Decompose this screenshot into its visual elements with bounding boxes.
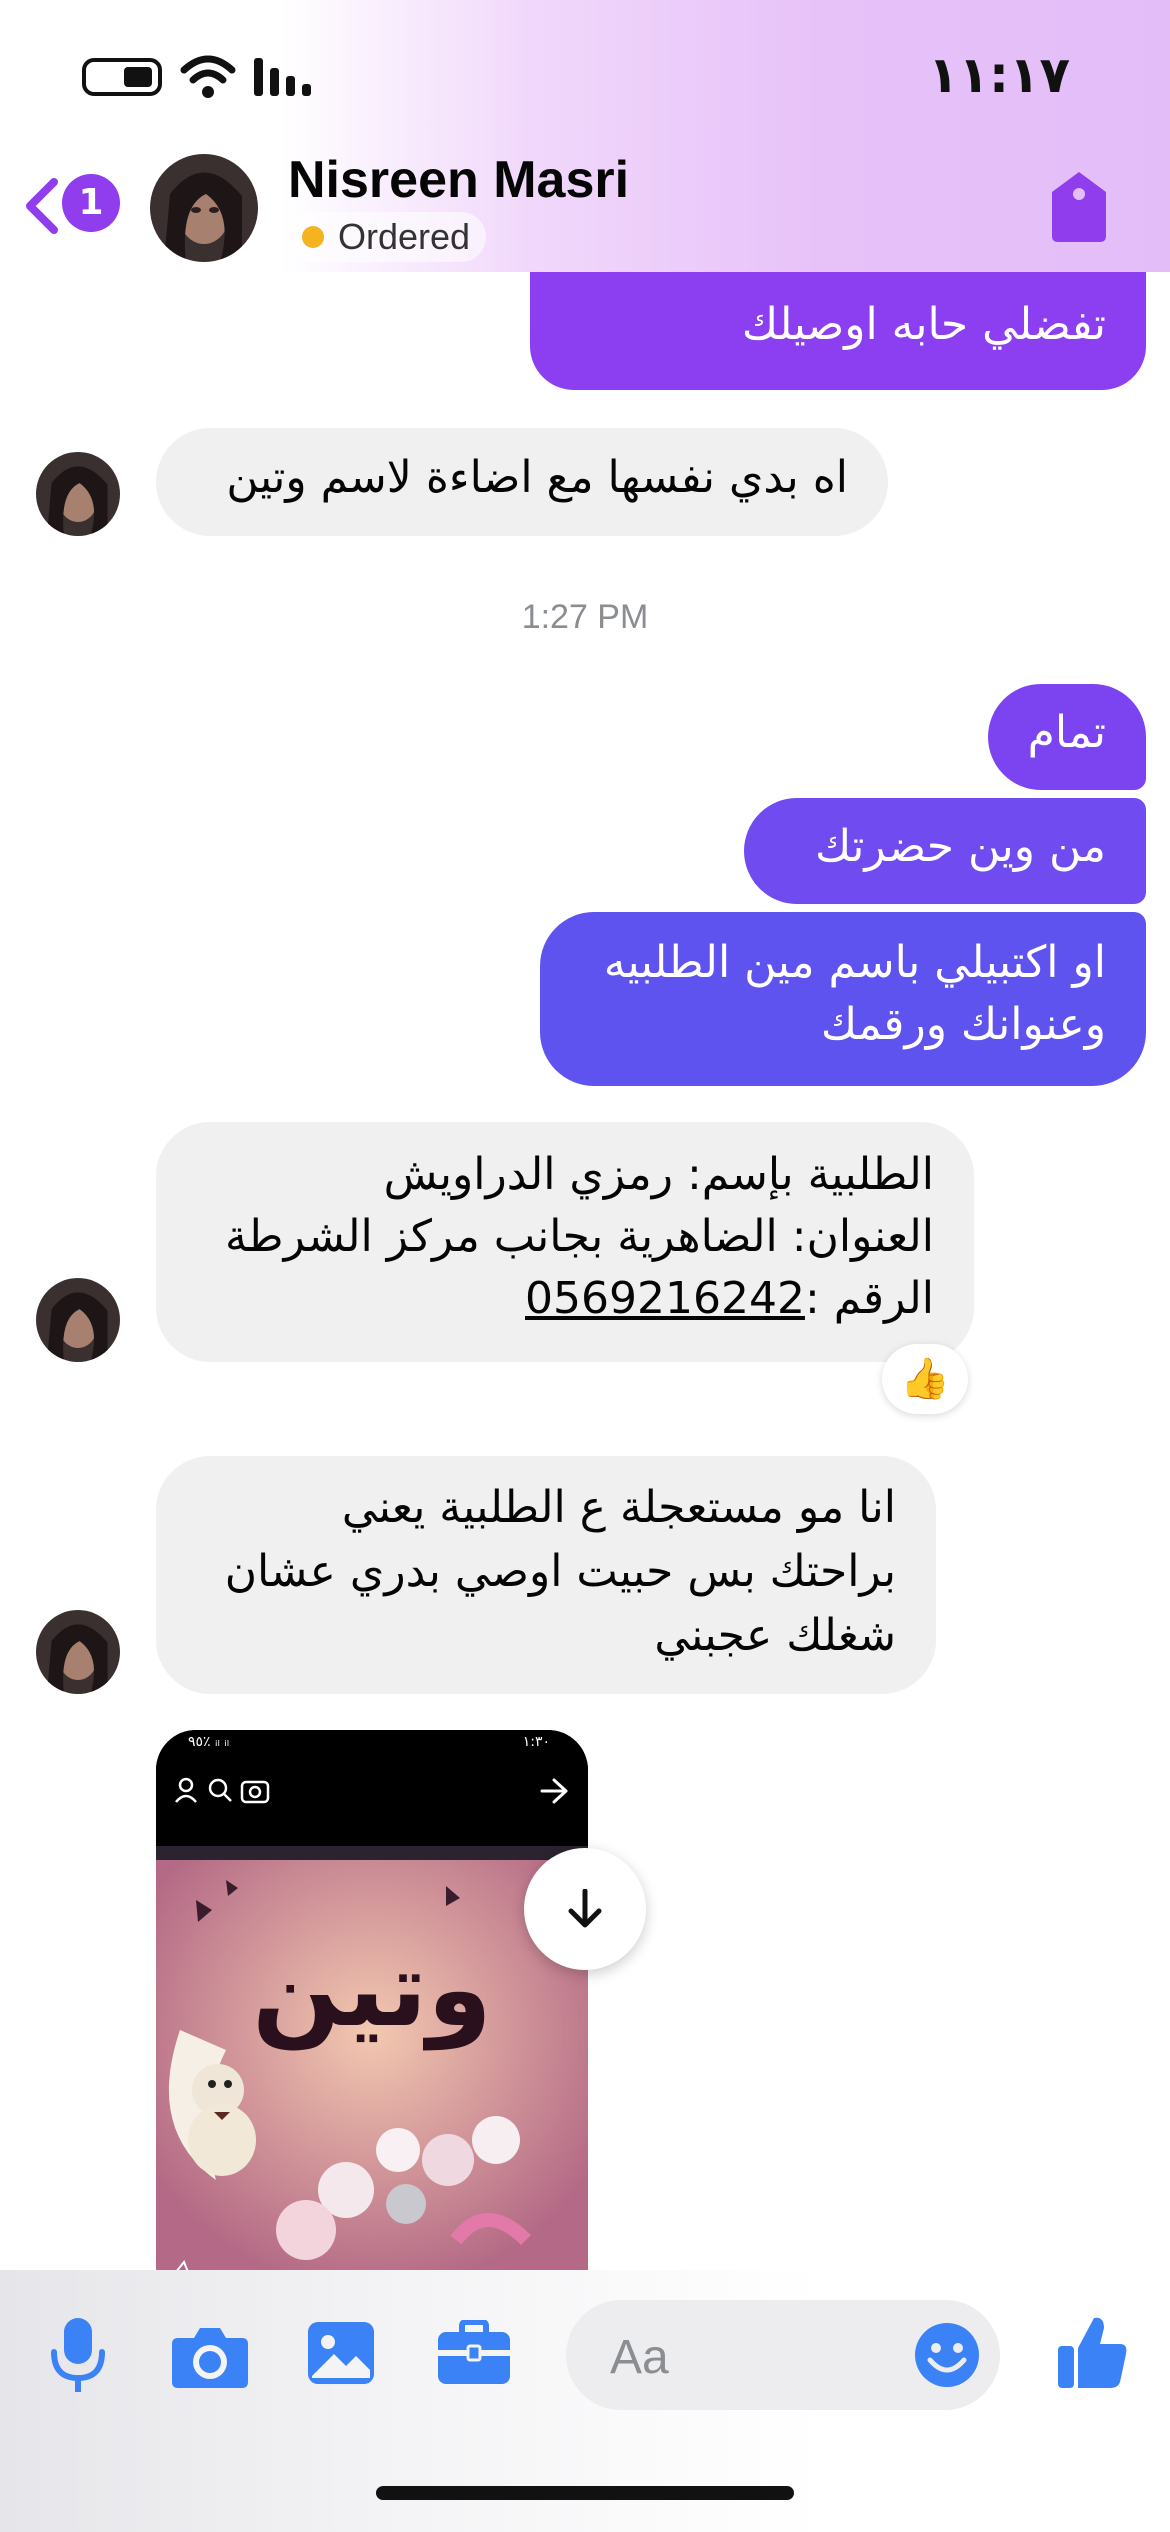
unread-badge: 1 bbox=[62, 174, 120, 232]
message-list[interactable]: تفضلي حابه اوصيلك اه بدي نفسها مع اضاءة … bbox=[0, 272, 1170, 2270]
incoming-message[interactable]: انا مو مستعجلة ع الطلبية يعني براحتك بس … bbox=[156, 1456, 936, 1694]
avatar[interactable] bbox=[150, 154, 258, 262]
status-bar: ١١:١٧ bbox=[0, 0, 1170, 140]
incoming-message[interactable]: اه بدي نفسها مع اضاءة لاسم وتين bbox=[156, 428, 888, 536]
avatar[interactable] bbox=[36, 1610, 120, 1694]
name-lamp-photo: وتين bbox=[156, 1860, 588, 2270]
message-input-placeholder: Aa bbox=[610, 2331, 669, 2384]
reaction-thumbs-up[interactable]: 👍 bbox=[882, 1344, 968, 1414]
status-dot-icon bbox=[302, 226, 324, 248]
back-button[interactable]: 1 bbox=[22, 172, 132, 238]
briefcase-icon[interactable] bbox=[436, 2320, 512, 2386]
emoji-icon[interactable] bbox=[914, 2322, 980, 2388]
arrow-down-icon bbox=[568, 1889, 602, 1928]
outgoing-message[interactable]: او اكتبيلي باسم مين الطلبيه وعنوانك ورقم… bbox=[540, 912, 1146, 1086]
outgoing-message[interactable]: تفضلي حابه اوصيلك bbox=[530, 272, 1146, 390]
tag-icon[interactable] bbox=[1048, 170, 1110, 244]
battery-icon bbox=[82, 58, 162, 96]
message-input[interactable]: Aa bbox=[566, 2300, 1000, 2410]
microphone-icon[interactable] bbox=[48, 2316, 108, 2396]
wifi-icon bbox=[180, 55, 236, 98]
photo-content: وتين bbox=[156, 1860, 588, 2270]
contact-name[interactable]: Nisreen Masri bbox=[288, 150, 629, 210]
avatar[interactable] bbox=[36, 1278, 120, 1362]
thumbs-up-icon[interactable] bbox=[1056, 2314, 1128, 2390]
gallery-icon[interactable] bbox=[306, 2320, 376, 2386]
scroll-to-bottom-button[interactable] bbox=[524, 1848, 646, 1970]
outgoing-message[interactable]: من وين حضرتك bbox=[744, 798, 1146, 904]
camera-icon[interactable] bbox=[170, 2322, 250, 2390]
arrow-right-icon bbox=[540, 1778, 568, 1804]
embedded-status-right: ١:٣٠ bbox=[522, 1734, 550, 1750]
message-timestamp: 1:27 PM bbox=[521, 598, 649, 636]
home-indicator bbox=[376, 2486, 794, 2500]
status-time: ١١:١٧ bbox=[928, 46, 1071, 104]
incoming-message[interactable]: الطلبية بإسم: رمزي الدراويش العنوان: الض… bbox=[156, 1122, 974, 1362]
phone-number-link[interactable]: 0569216242 bbox=[525, 1273, 805, 1324]
svg-text:وتين: وتين bbox=[252, 1928, 492, 2051]
embedded-status-left: ٩٥٪ ᵢₗ ᵢₗ bbox=[188, 1734, 230, 1750]
embedded-toolbar-icons bbox=[175, 1777, 270, 1804]
order-status-label: Ordered bbox=[338, 216, 471, 257]
avatar[interactable] bbox=[36, 452, 120, 536]
order-status-chip[interactable]: Ordered bbox=[288, 212, 487, 262]
signal-icon bbox=[254, 58, 311, 96]
embedded-app-bar: ٩٥٪ ᵢₗ ᵢₗ ١:٣٠ bbox=[156, 1730, 588, 1860]
chevron-left-icon bbox=[26, 178, 58, 234]
image-message[interactable]: ٩٥٪ ᵢₗ ᵢₗ ١:٣٠ وتين bbox=[156, 1730, 588, 2270]
conversation-header: 1 Nisreen Masri Ordered bbox=[0, 140, 1170, 272]
outgoing-message[interactable]: تمام bbox=[988, 684, 1146, 790]
